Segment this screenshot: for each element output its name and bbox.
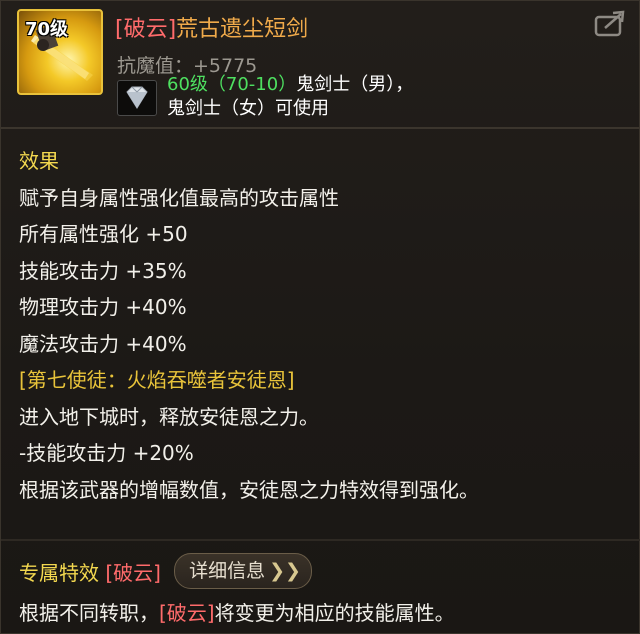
item-title-prefix: [破云] [115,17,177,42]
exclusive-desc-tag: [破云] [159,601,215,625]
required-level: 60级（70-10） [167,74,297,95]
share-icon[interactable] [593,9,629,39]
exclusive-desc-end: 将变更为相应的技能属性。 [214,601,455,625]
effect-line: 物理攻击力 +40% [19,295,187,319]
item-title: [破云]荒古遗尘短剑 [115,11,308,43]
sword-icon: 70级 [17,9,103,95]
exclusive-effect-tag: [破云] [105,560,161,585]
item-title-name: 荒古遗尘短剑 [176,17,309,42]
set-effect-line: 进入地下城时，释放安徒恩之力。 [19,404,319,429]
diamond-icon [117,80,157,116]
exclusive-effect-title: 专属特效 [破云] [19,557,161,586]
detail-info-label: 详细信息 [189,560,266,582]
effect-line: 赋予自身属性强化值最高的攻击属性 [19,185,339,210]
exclusive-effect-desc: 根据不同转职，[破云]将变更为相应的技能属性。 [19,597,455,626]
item-tooltip: 70级 [破云]荒古遗尘短剑 抗魔值：+5775 60级（70-10）鬼剑士（男… [0,0,640,634]
exclusive-desc-start: 根据不同转职， [19,601,159,625]
effect-line: 魔法攻击力 +40% [19,331,187,356]
required-class-1: 鬼剑士（男）， [296,74,414,95]
divider [1,539,640,541]
set-effect-line: -技能攻击力 +20% [19,441,194,465]
effect-line: 所有属性强化 +50 [19,222,188,246]
item-requirements: 60级（70-10）鬼剑士（男）， 鬼剑士（女）可使用 [167,73,413,121]
exclusive-effect-row: 专属特效 [破云] 详细信息 ❯❯ [19,553,312,591]
effects-header: 效果 [19,149,59,173]
required-class-2: 鬼剑士（女）可使用 [167,98,329,119]
effects-section: 效果 赋予自身属性强化值最高的攻击属性 所有属性强化 +50 技能攻击力 +35… [19,143,629,508]
tooltip-header: 70级 [破云]荒古遗尘短剑 抗魔值：+5775 60级（70-10）鬼剑士（男… [1,1,640,129]
set-effect-line: 根据该武器的增幅数值，安徒恩之力特效得到强化。 [19,477,479,502]
item-level-badge: 70级 [25,19,69,40]
detail-info-button[interactable]: 详细信息 ❯❯ [174,553,312,589]
double-chevron-right-icon: ❯❯ [269,560,301,582]
exclusive-effect-label: 专属特效 [19,560,99,585]
effect-line: 技能攻击力 +35% [19,258,187,283]
set-effect-title: [第七使徒：火焰吞噬者安徒恩] [19,368,295,392]
